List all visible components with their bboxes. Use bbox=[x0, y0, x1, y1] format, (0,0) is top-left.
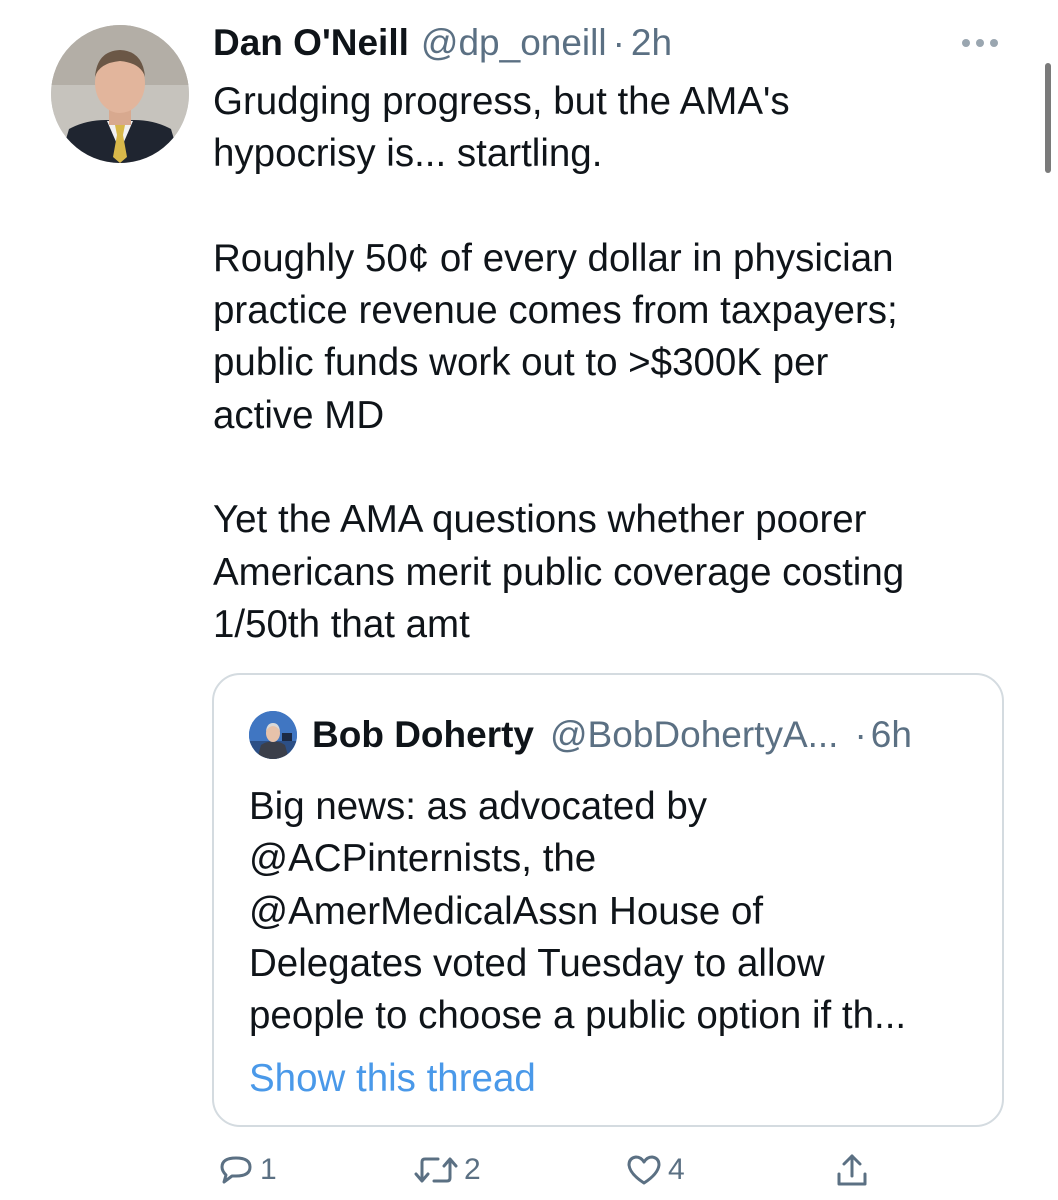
reply-count: 1 bbox=[260, 1153, 277, 1186]
quoted-author-name: Bob Doherty bbox=[312, 714, 534, 755]
tweet-paragraph: Roughly 50¢ of every dollar in physician… bbox=[213, 236, 898, 437]
reply-icon bbox=[216, 1150, 256, 1190]
quoted-tweet-card[interactable]: Bob Doherty @BobDohertyA... · 6h Big new… bbox=[212, 673, 1004, 1127]
quoted-author-handle: @BobDohertyA... bbox=[550, 714, 839, 755]
author-avatar[interactable] bbox=[51, 25, 189, 163]
tweet-header: Dan O'Neill @dp_oneill · 2h bbox=[213, 22, 672, 66]
quoted-header-separator: · bbox=[854, 714, 867, 755]
tweet-action-bar: 1 2 4 bbox=[216, 1148, 896, 1192]
show-thread-link[interactable]: Show this thread bbox=[249, 1053, 536, 1105]
tweet-timestamp[interactable]: 2h bbox=[631, 22, 672, 64]
heart-icon bbox=[624, 1150, 664, 1190]
quoted-tweet-timestamp: 6h bbox=[870, 714, 912, 755]
quoted-tweet-text: Big news: as advocated by @ACPinternists… bbox=[249, 785, 907, 1038]
tweet-paragraph: Yet the AMA questions whether poorer Ame… bbox=[213, 498, 905, 646]
retweet-count: 2 bbox=[464, 1153, 481, 1186]
more-dots-icon[interactable] bbox=[960, 36, 1000, 48]
quoted-author-avatar bbox=[249, 711, 297, 759]
scrollbar-thumb[interactable] bbox=[1045, 63, 1051, 173]
reply-button[interactable]: 1 bbox=[216, 1148, 277, 1192]
like-count: 4 bbox=[668, 1153, 685, 1186]
header-separator: · bbox=[612, 22, 625, 63]
tweet-paragraph: Grudging progress, but the AMA's hypocri… bbox=[213, 80, 790, 176]
retweet-button[interactable]: 2 bbox=[412, 1148, 481, 1192]
retweet-icon bbox=[412, 1150, 460, 1190]
share-button[interactable] bbox=[832, 1148, 872, 1192]
author-handle[interactable]: @dp_oneill bbox=[421, 22, 607, 64]
quoted-tweet-header: Bob Doherty @BobDohertyA... · 6h bbox=[312, 711, 912, 759]
like-button[interactable]: 4 bbox=[624, 1148, 685, 1192]
tweet-text: Grudging progress, but the AMA's hypocri… bbox=[213, 76, 993, 651]
share-icon bbox=[832, 1150, 872, 1190]
author-name[interactable]: Dan O'Neill bbox=[213, 22, 409, 64]
